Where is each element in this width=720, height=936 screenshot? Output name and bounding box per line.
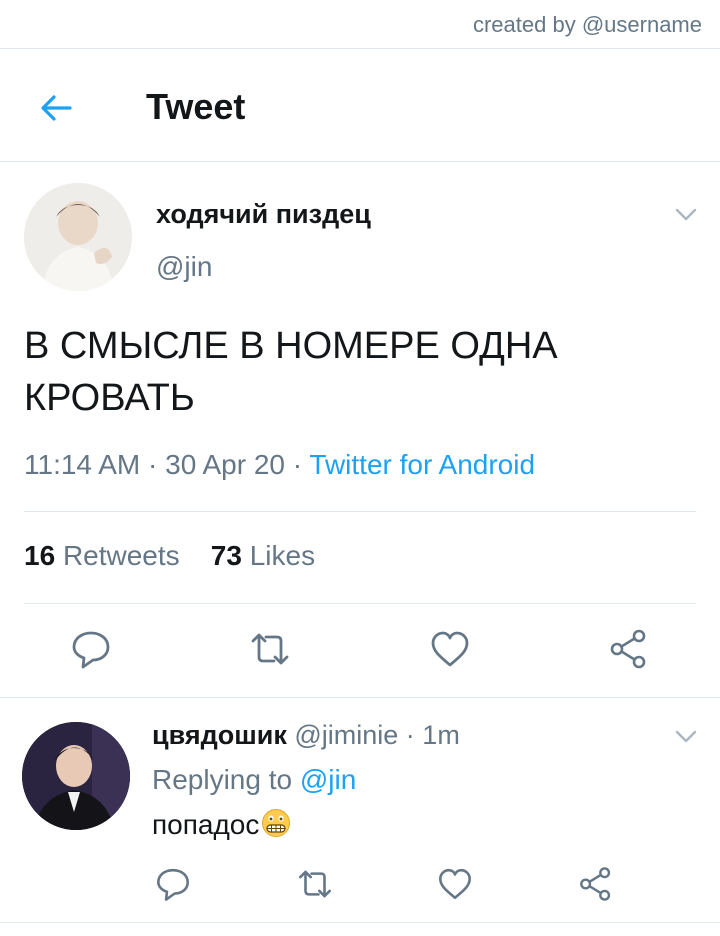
watermark: created by @username (472, 12, 702, 37)
divider (24, 511, 696, 512)
like-icon (439, 868, 471, 900)
tweet-time: 11:14 AM (24, 449, 141, 480)
author-handle[interactable]: @jin (156, 251, 212, 283)
reply-avatar[interactable] (22, 722, 130, 830)
grimacing-face-emoji (261, 808, 291, 838)
arrow-left-icon (41, 95, 72, 121)
retweet-icon (299, 870, 331, 898)
replying-to-label: Replying to (152, 764, 293, 795)
likes-stat[interactable]: 73 Likes (211, 540, 315, 571)
meta-separator: · (285, 449, 310, 480)
reply-author-name[interactable]: цвядошик (152, 720, 287, 750)
reply-header: цвядошик @jiminie · 1m (152, 720, 460, 751)
reply-more-options-button[interactable] (674, 726, 698, 746)
reply-icon (157, 868, 189, 901)
reply-text-line: попадос (152, 808, 291, 841)
share-button[interactable] (607, 627, 651, 671)
avatar[interactable] (24, 183, 132, 291)
tweet-source-link[interactable]: Twitter for Android (309, 449, 535, 480)
retweets-count: 16 (24, 540, 56, 571)
divider (24, 603, 696, 604)
reply-author-handle[interactable]: @jiminie (294, 720, 398, 750)
meta-separator: · (140, 449, 166, 480)
reply-retweet-button[interactable] (296, 865, 334, 903)
avatar-image (22, 722, 130, 830)
meta-separator: · (398, 720, 423, 750)
retweets-label: Retweets (62, 540, 180, 571)
replying-to-handle-link[interactable]: @jin (300, 764, 356, 795)
reply-like-button[interactable] (436, 865, 474, 903)
reply-reply-button[interactable] (154, 865, 192, 903)
reply-time: 1m (422, 720, 460, 750)
page-title: Tweet (146, 86, 246, 127)
divider (0, 922, 720, 923)
replying-to: Replying to @jin (152, 764, 356, 796)
divider (0, 697, 720, 698)
reply-share-button[interactable] (577, 865, 615, 903)
back-button[interactable] (36, 88, 76, 128)
reply-text: попадос (152, 809, 260, 840)
share-icon (610, 629, 646, 669)
avatar-image (24, 183, 132, 291)
tweet-meta: 11:14 AM · 30 Apr 20 · Twitter for Andro… (24, 449, 535, 481)
more-options-button[interactable] (674, 204, 698, 224)
chevron-down-icon (675, 208, 697, 221)
tweet-text: В СМЫСЛЕ В НОМЕРЕ ОДНА КРОВАТЬ (24, 325, 558, 419)
divider (0, 161, 720, 162)
share-icon (580, 867, 611, 901)
retweet-icon (251, 633, 289, 665)
chevron-down-icon (675, 730, 697, 743)
tweet-date: 30 Apr 20 (165, 449, 285, 480)
likes-label: Likes (249, 540, 316, 571)
retweets-stat[interactable]: 16 Retweets (24, 540, 180, 571)
like-icon (431, 631, 469, 667)
retweet-button[interactable] (248, 627, 292, 671)
tweet-stats: 16 Retweets 73 Likes (24, 540, 315, 572)
reply-icon (72, 631, 110, 669)
author-name[interactable]: ходячий пиздец (156, 199, 371, 230)
like-button[interactable] (428, 627, 472, 671)
likes-count: 73 (210, 540, 242, 571)
divider (0, 48, 720, 49)
reply-button[interactable] (69, 627, 113, 671)
